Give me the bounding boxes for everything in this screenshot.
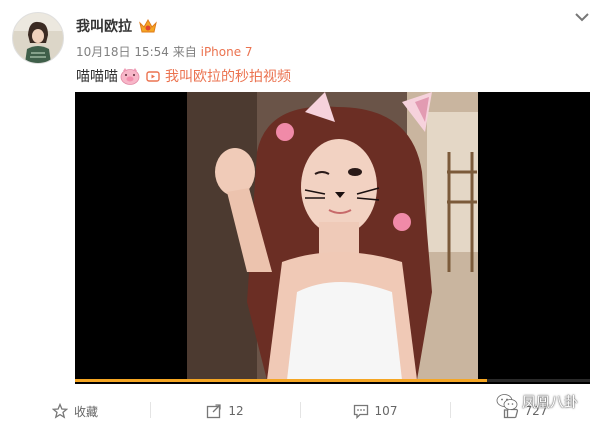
share-icon	[207, 404, 222, 419]
favorite-button[interactable]: 收藏	[0, 396, 150, 426]
divider	[450, 402, 451, 418]
video-progress-fill	[75, 379, 487, 382]
member-crown-icon[interactable]	[138, 18, 158, 34]
video-link[interactable]: 我叫欧拉的秒拍视频	[146, 66, 291, 86]
video-camera-icon	[146, 71, 160, 82]
pig-emoji-icon	[120, 68, 140, 85]
forward-button[interactable]: 12	[150, 396, 300, 426]
forward-count: 12	[228, 404, 244, 418]
post-meta: 10月18日 15:54 来自 iPhone 7	[76, 43, 253, 60]
favorite-label: 收藏	[73, 404, 98, 419]
comment-icon	[353, 404, 368, 419]
wechat-icon	[496, 394, 518, 410]
device-name[interactable]: iPhone 7	[201, 45, 253, 59]
watermark: 凤凰八卦	[496, 392, 578, 412]
video-progress-bar[interactable]	[75, 379, 590, 382]
star-icon	[51, 403, 68, 419]
post-text: 喵喵喵	[76, 69, 118, 85]
divider	[300, 402, 301, 418]
video-link-label[interactable]: 我叫欧拉的秒拍视频	[165, 66, 291, 86]
chevron-down-icon[interactable]	[574, 10, 590, 24]
watermark-text: 凤凰八卦	[522, 395, 578, 411]
divider	[150, 402, 151, 418]
comment-count: 107	[374, 404, 398, 418]
comment-button[interactable]: 107	[300, 396, 450, 426]
author-name[interactable]: 我叫欧拉	[76, 16, 132, 36]
avatar[interactable]	[12, 12, 64, 64]
via-label: 来自	[172, 45, 197, 59]
video-frame	[187, 92, 478, 380]
post-date[interactable]: 10月18日 15:54	[76, 45, 169, 59]
video-player[interactable]	[75, 92, 590, 384]
